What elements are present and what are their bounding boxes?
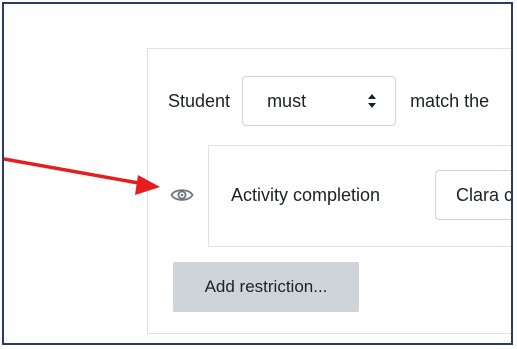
activity-select[interactable]: Clara c [435,170,513,220]
match-suffix-label: match the [410,90,490,111]
screenshot-frame: Student must match the Activity completi… [2,2,513,345]
must-match-select[interactable]: must [242,76,397,126]
restriction-panel: Student must match the Activity completi… [147,48,513,334]
add-restriction-button[interactable]: Add restriction... [173,262,359,312]
student-label: Student [168,90,231,111]
eye-icon[interactable] [170,186,194,204]
activity-select-value: Clara c [456,185,513,205]
must-match-select-value: must [267,91,307,111]
activity-completion-label: Activity completion [231,185,381,205]
select-arrows-icon [368,94,377,108]
activity-completion-condition: Activity completion Clara c [208,145,513,247]
restriction-set-header: Student must match the [168,75,489,127]
